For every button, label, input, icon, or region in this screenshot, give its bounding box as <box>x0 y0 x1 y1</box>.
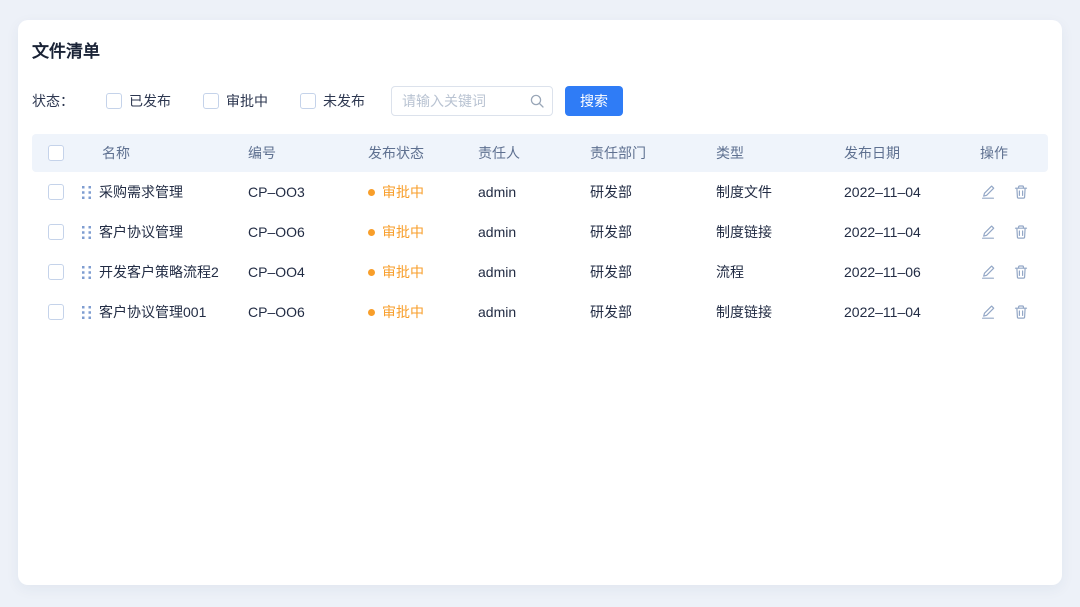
delete-icon[interactable] <box>1013 184 1029 200</box>
filter-checkbox-unpublished[interactable]: 未发布 <box>300 91 365 111</box>
status-text: 审批中 <box>382 222 424 242</box>
row-checkbox[interactable] <box>48 264 64 280</box>
status-text: 审批中 <box>382 262 424 282</box>
filter-label-unpublished: 未发布 <box>323 91 365 111</box>
edit-icon[interactable] <box>980 224 996 240</box>
column-header-type: 类型 <box>716 143 844 163</box>
row-department: 研发部 <box>590 262 716 282</box>
column-header-name: 名称 <box>76 143 248 163</box>
row-code: CP–OO3 <box>248 184 368 200</box>
column-header-code: 编号 <box>248 143 368 163</box>
row-owner: admin <box>478 184 590 200</box>
filter-label-published: 已发布 <box>129 91 171 111</box>
select-all-checkbox[interactable] <box>48 145 64 161</box>
drag-handle-icon[interactable] <box>82 306 91 319</box>
status-dot-icon <box>368 309 375 316</box>
search-box <box>391 86 553 116</box>
drag-handle-icon[interactable] <box>82 226 91 239</box>
status-dot-icon <box>368 189 375 196</box>
status-text: 审批中 <box>382 302 424 322</box>
file-list-card: 文件清单 状态： 已发布 审批中 未发布 搜索 名称 <box>18 20 1062 585</box>
page-title: 文件清单 <box>32 40 1048 64</box>
filter-checkbox-published[interactable]: 已发布 <box>106 91 171 111</box>
drag-handle-icon[interactable] <box>82 186 91 199</box>
status-dot-icon <box>368 269 375 276</box>
row-name: 客户协议管理 <box>99 222 183 242</box>
checkbox-icon[interactable] <box>300 93 316 109</box>
row-checkbox[interactable] <box>48 184 64 200</box>
edit-icon[interactable] <box>980 304 996 320</box>
row-department: 研发部 <box>590 302 716 322</box>
status-text: 审批中 <box>382 182 424 202</box>
row-type: 流程 <box>716 262 844 282</box>
row-code: CP–OO4 <box>248 264 368 280</box>
search-icon <box>529 93 545 109</box>
column-header-department: 责任部门 <box>590 143 716 163</box>
column-header-status: 发布状态 <box>368 143 478 163</box>
row-checkbox[interactable] <box>48 304 64 320</box>
row-owner: admin <box>478 264 590 280</box>
status-dot-icon <box>368 229 375 236</box>
edit-icon[interactable] <box>980 264 996 280</box>
row-date: 2022–11–04 <box>844 224 980 240</box>
row-type: 制度链接 <box>716 302 844 322</box>
search-button[interactable]: 搜索 <box>565 86 623 116</box>
row-owner: admin <box>478 224 590 240</box>
row-status: 审批中 <box>368 262 478 282</box>
row-department: 研发部 <box>590 222 716 242</box>
row-status: 审批中 <box>368 302 478 322</box>
row-date: 2022–11–04 <box>844 304 980 320</box>
file-table: 名称 编号 发布状态 责任人 责任部门 类型 发布日期 操作 <box>32 134 1048 332</box>
column-header-date: 发布日期 <box>844 143 980 163</box>
row-date: 2022–11–06 <box>844 264 980 280</box>
row-name: 客户协议管理001 <box>99 302 206 322</box>
row-date: 2022–11–04 <box>844 184 980 200</box>
table-row: 客户协议管理001 CP–OO6 审批中 admin 研发部 制度链接 2022… <box>32 292 1048 332</box>
row-code: CP–OO6 <box>248 304 368 320</box>
status-filter-label: 状态： <box>32 91 74 111</box>
row-name: 采购需求管理 <box>99 182 183 202</box>
filter-label-approving: 审批中 <box>226 91 268 111</box>
filter-bar: 状态： 已发布 审批中 未发布 搜索 <box>32 86 1048 116</box>
row-name: 开发客户策略流程2 <box>99 262 219 282</box>
row-status: 审批中 <box>368 222 478 242</box>
table-header: 名称 编号 发布状态 责任人 责任部门 类型 发布日期 操作 <box>32 134 1048 172</box>
filter-checkbox-approving[interactable]: 审批中 <box>203 91 268 111</box>
row-code: CP–OO6 <box>248 224 368 240</box>
row-type: 制度链接 <box>716 222 844 242</box>
column-header-owner: 责任人 <box>478 143 590 163</box>
delete-icon[interactable] <box>1013 224 1029 240</box>
table-row: 开发客户策略流程2 CP–OO4 审批中 admin 研发部 流程 2022–1… <box>32 252 1048 292</box>
delete-icon[interactable] <box>1013 264 1029 280</box>
table-row: 采购需求管理 CP–OO3 审批中 admin 研发部 制度文件 2022–11… <box>32 172 1048 212</box>
checkbox-icon[interactable] <box>106 93 122 109</box>
row-owner: admin <box>478 304 590 320</box>
column-header-operations: 操作 <box>980 143 1048 163</box>
row-status: 审批中 <box>368 182 478 202</box>
checkbox-icon[interactable] <box>203 93 219 109</box>
edit-icon[interactable] <box>980 184 996 200</box>
row-department: 研发部 <box>590 182 716 202</box>
delete-icon[interactable] <box>1013 304 1029 320</box>
drag-handle-icon[interactable] <box>82 266 91 279</box>
row-type: 制度文件 <box>716 182 844 202</box>
row-checkbox[interactable] <box>48 224 64 240</box>
table-row: 客户协议管理 CP–OO6 审批中 admin 研发部 制度链接 2022–11… <box>32 212 1048 252</box>
